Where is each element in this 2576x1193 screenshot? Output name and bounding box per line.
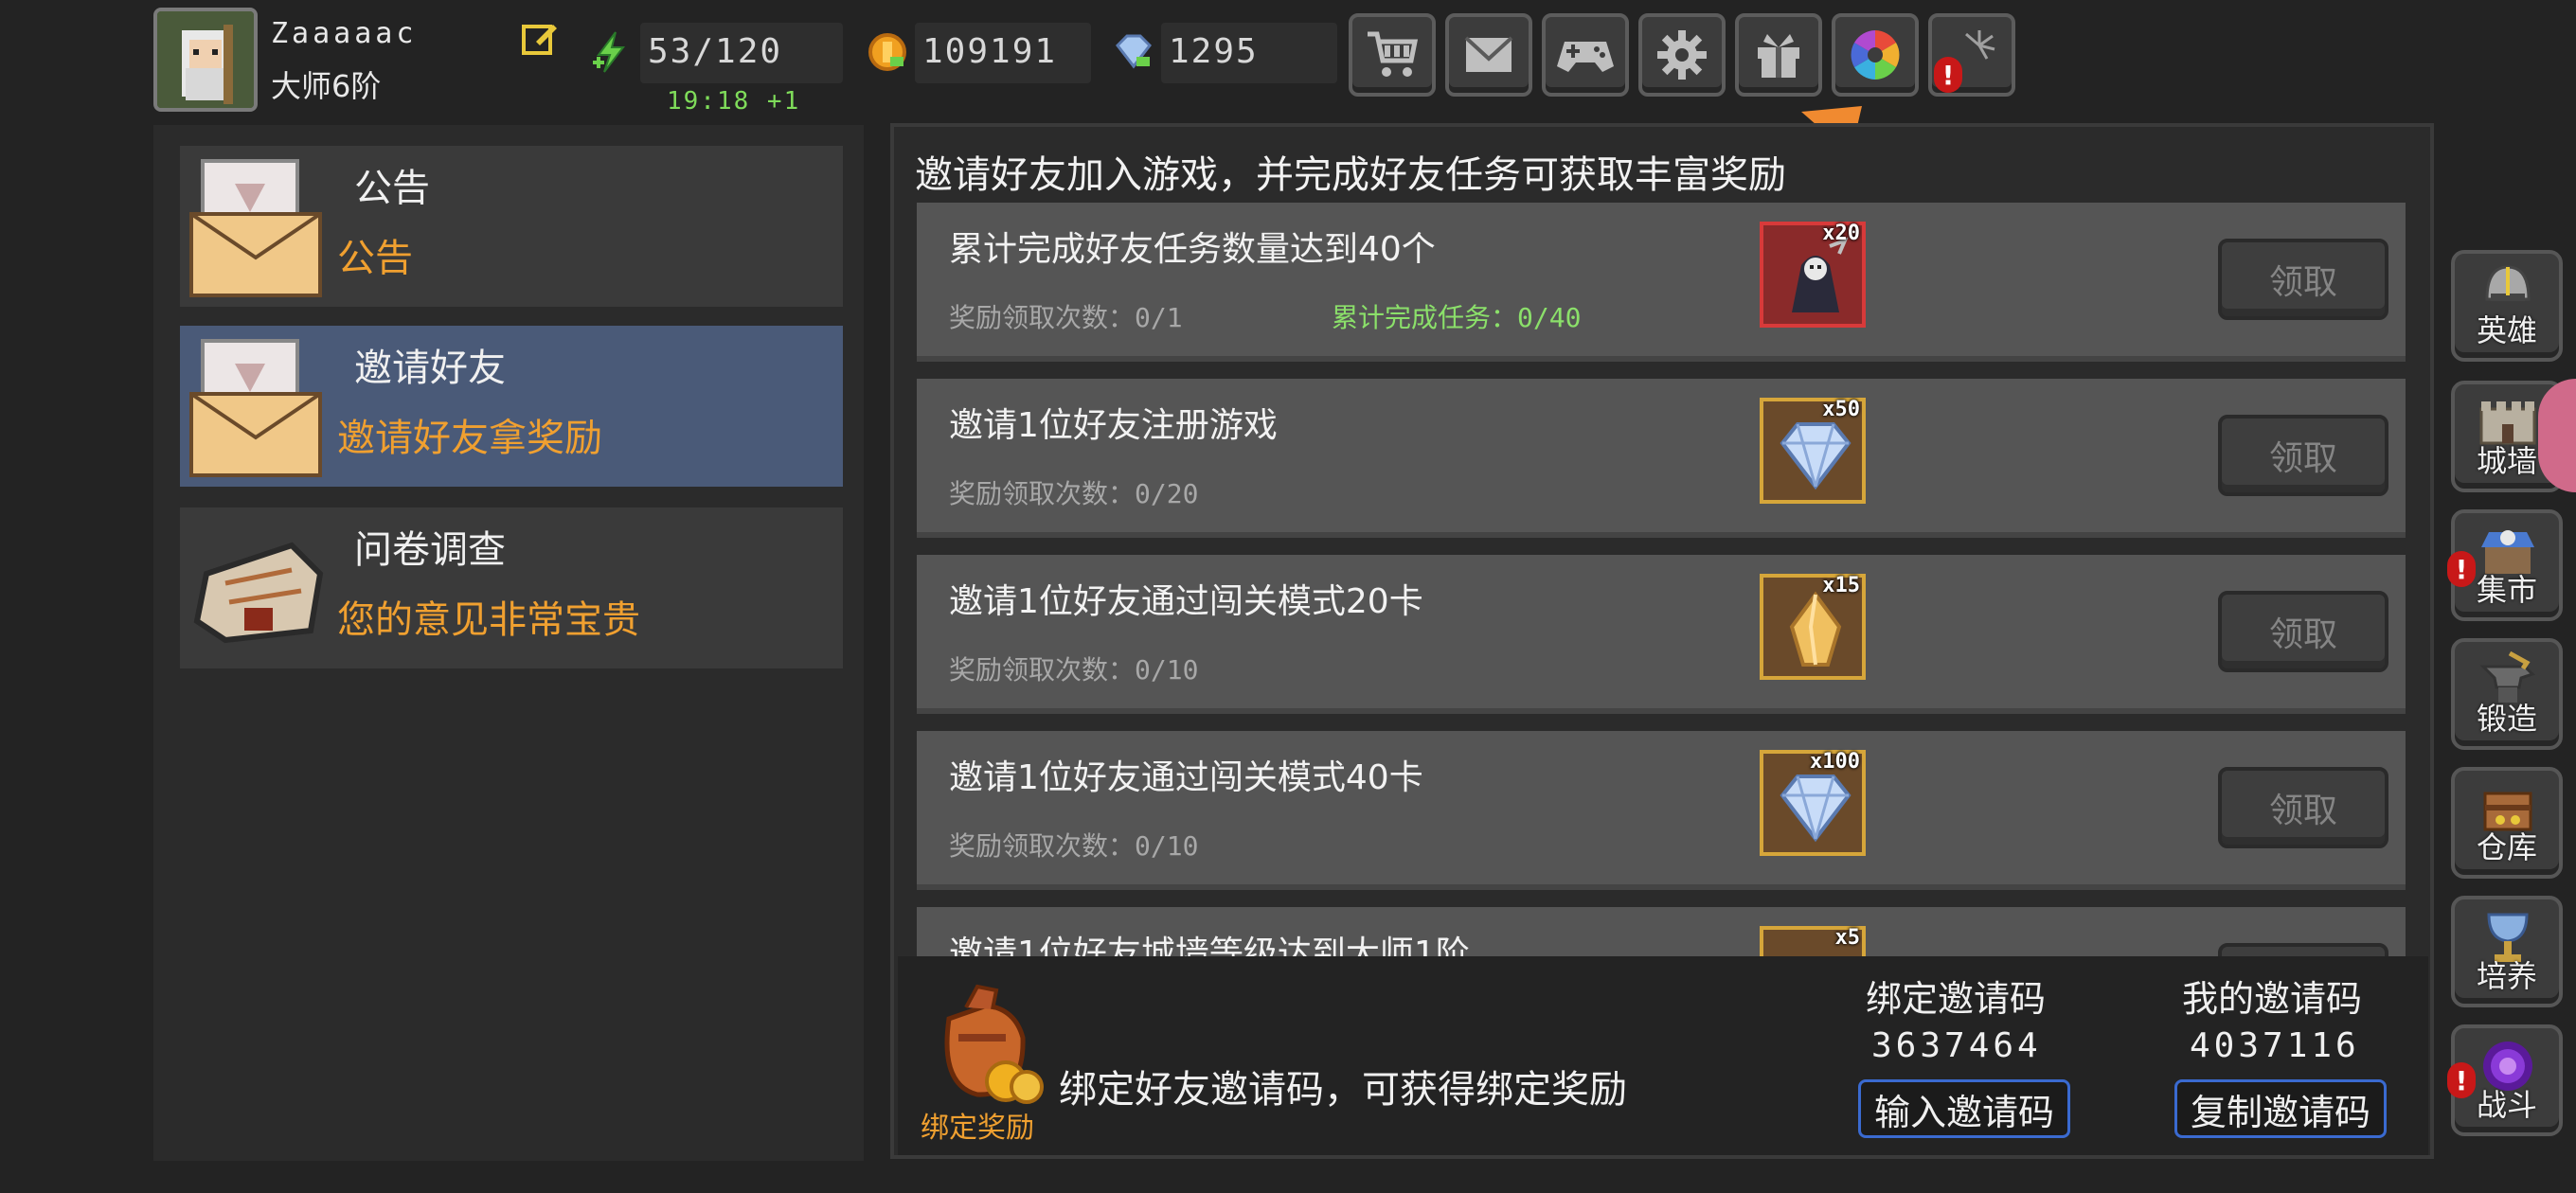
side-nav-label: 锻造 xyxy=(2476,701,2537,737)
claim-button[interactable]: 领取 xyxy=(2218,591,2388,672)
game-button[interactable] xyxy=(1542,13,1629,97)
side-nav-label: 培养 xyxy=(2476,958,2537,994)
task-claim-count: 奖励领取次数：0/1 xyxy=(949,302,1183,333)
side-nav-label: 集市 xyxy=(2476,572,2537,608)
gold-coin-icon xyxy=(864,28,911,76)
player-name: Zaaaaac xyxy=(271,17,418,50)
reward-quantity: x5 xyxy=(1834,926,1861,950)
panel-header: 邀请好友加入游戏，并完成好友任务可获取丰富奖励 xyxy=(915,153,1786,197)
side-nav-label: 英雄 xyxy=(2476,312,2537,348)
gold-value: 109191 xyxy=(922,32,1058,71)
sidebar-item-subtitle: 邀请好友拿奖励 xyxy=(337,417,602,460)
lucky-wheel-button[interactable] xyxy=(1832,13,1919,97)
envelope-icon xyxy=(188,155,330,297)
task-row: 邀请1位好友注册游戏 奖励领取次数：0/20 x50 领取 xyxy=(917,379,2406,538)
side-nav-warehouse[interactable]: 仓库 xyxy=(2451,767,2563,879)
gem-icon xyxy=(1110,28,1157,76)
task-row: 邀请1位好友通过闯关模式20卡 奖励领取次数：0/10 x15 领取 xyxy=(917,555,2406,714)
sidebar-item-title: 问卷调查 xyxy=(354,528,506,572)
settings-gear-icon xyxy=(1657,30,1707,80)
sidebar-item-announcement[interactable]: 公告 公告 xyxy=(180,146,843,307)
claim-button[interactable] xyxy=(2218,943,2388,956)
side-drawer-tab[interactable] xyxy=(2538,379,2576,492)
task-name: 邀请1位好友城墙等级达到大师1阶 xyxy=(949,935,1470,956)
shopping-cart-icon xyxy=(1368,31,1419,77)
reward-crystal-icon[interactable]: x15 xyxy=(1760,574,1866,680)
my-code-title: 我的邀请码 xyxy=(2182,978,2363,1020)
side-nav-label: 仓库 xyxy=(2476,829,2537,865)
task-name: 累计完成好友任务数量达到40个 xyxy=(949,230,1436,269)
side-nav-label: 战斗 xyxy=(2476,1087,2537,1123)
bind-code-value: 3637464 xyxy=(1871,1026,2042,1065)
envelope-icon xyxy=(188,335,330,477)
energy-value: 53/120 xyxy=(648,32,783,71)
task-name: 邀请1位好友通过闯关模式40卡 xyxy=(949,758,1423,797)
sidebar-item-title: 邀请好友 xyxy=(354,347,506,390)
category-sidebar: 公告 公告 邀请好友 邀请好友拿奖励 问卷调查 您的意见非常宝贵 xyxy=(153,125,864,1161)
sidebar-item-survey[interactable]: 问卷调查 您的意见非常宝贵 xyxy=(180,507,843,668)
side-nav-forge[interactable]: 锻造 xyxy=(2451,638,2563,750)
task-row: 邀请1位好友通过闯关模式40卡 奖励领取次数：0/10 x100 领取 xyxy=(917,731,2406,890)
side-nav-battle[interactable]: ! 战斗 xyxy=(2447,1024,2563,1136)
task-claim-count: 奖励领取次数：0/10 xyxy=(949,830,1199,862)
task-claim-count: 奖励领取次数：0/10 xyxy=(949,654,1199,686)
task-progress: 累计完成任务：0/40 xyxy=(1332,302,1582,333)
gift-icon xyxy=(1758,34,1799,78)
sidebar-item-subtitle: 公告 xyxy=(337,237,413,280)
claim-button[interactable]: 领取 xyxy=(2218,415,2388,496)
mail-button[interactable] xyxy=(1445,13,1532,97)
gift-button[interactable] xyxy=(1735,13,1822,97)
side-nav-market[interactable]: ! 集市 xyxy=(2447,509,2563,621)
reward-quantity: x50 xyxy=(1822,398,1860,421)
scroll-icon xyxy=(188,517,330,659)
side-nav-cultivate[interactable]: 培养 xyxy=(2451,896,2563,1007)
copy-code-button[interactable]: 复制邀请码 xyxy=(2174,1079,2387,1138)
reward-quantity: x20 xyxy=(1822,222,1860,245)
sidebar-item-title: 公告 xyxy=(354,167,430,210)
energy-icon xyxy=(587,28,635,76)
event-button[interactable]: ! xyxy=(1928,13,2015,97)
reward-bag-icon[interactable] xyxy=(921,981,1047,1104)
settings-button[interactable] xyxy=(1638,13,1726,97)
gamepad-icon xyxy=(1557,42,1614,72)
alert-badge: ! xyxy=(1934,57,1962,93)
reward-diamond-icon[interactable]: x100 xyxy=(1760,750,1866,856)
claim-button[interactable]: 领取 xyxy=(2218,239,2388,320)
color-wheel-icon xyxy=(1851,30,1900,80)
mail-icon xyxy=(1464,36,1513,72)
shop-button[interactable] xyxy=(1349,13,1436,97)
reward-reaper-icon[interactable]: x20 xyxy=(1760,222,1866,328)
player-avatar[interactable] xyxy=(153,8,258,112)
player-rank: 大师6阶 xyxy=(271,68,382,104)
reward-diamond-icon[interactable]: x50 xyxy=(1760,398,1866,504)
energy-timer: 19:18 +1 xyxy=(667,87,801,116)
task-name: 邀请1位好友通过闯关模式20卡 xyxy=(949,582,1423,621)
bind-reward-label: 绑定奖励 xyxy=(921,1112,1034,1145)
reward-quantity: x15 xyxy=(1822,574,1860,597)
sidebar-item-subtitle: 您的意见非常宝贵 xyxy=(337,598,640,642)
enter-code-button[interactable]: 输入邀请码 xyxy=(1858,1079,2070,1138)
reward-quantity: x100 xyxy=(1810,750,1860,774)
claim-button[interactable]: 领取 xyxy=(2218,767,2388,848)
gem-value: 1295 xyxy=(1169,32,1259,71)
side-nav-hero[interactable]: 英雄 xyxy=(2451,250,2563,362)
bind-code-title: 绑定邀请码 xyxy=(1866,978,2047,1020)
edit-icon[interactable] xyxy=(521,19,559,57)
task-claim-count: 奖励领取次数：0/20 xyxy=(949,478,1199,509)
task-row: 邀请1位好友城墙等级达到大师1阶 x5 xyxy=(917,907,2406,956)
bind-reward-text: 绑定好友邀请码，可获得绑定奖励 xyxy=(1059,1068,1627,1112)
reward-item-icon[interactable]: x5 xyxy=(1760,926,1866,956)
sidebar-item-invite-friends[interactable]: 邀请好友 邀请好友拿奖励 xyxy=(180,326,843,487)
task-list[interactable]: 累计完成好友任务数量达到40个 奖励领取次数：0/1 累计完成任务：0/40 x… xyxy=(917,203,2406,956)
task-name: 邀请1位好友注册游戏 xyxy=(949,406,1278,445)
my-code-value: 4037116 xyxy=(2190,1026,2360,1065)
task-row: 累计完成好友任务数量达到40个 奖励领取次数：0/1 累计完成任务：0/40 x… xyxy=(917,203,2406,362)
